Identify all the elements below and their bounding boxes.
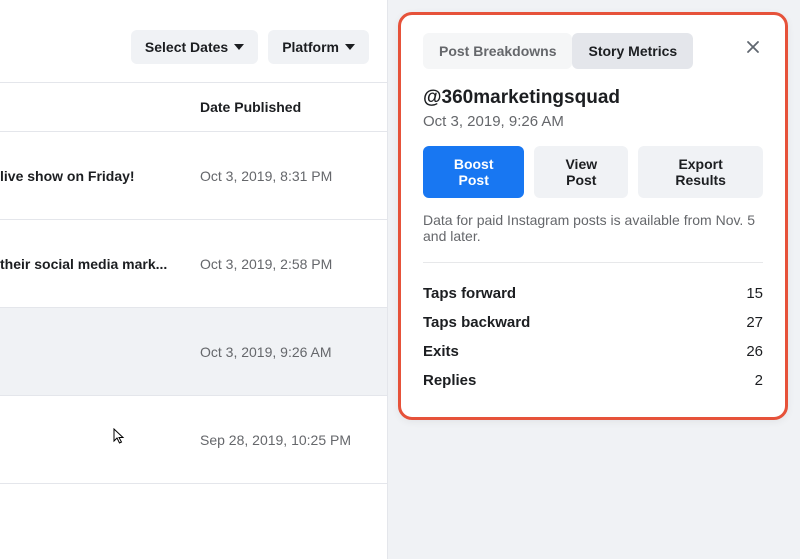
post-title: live show on Friday!	[0, 168, 135, 184]
story-metrics-panel: Post Breakdowns Story Metrics @360market…	[398, 12, 788, 420]
caret-down-icon	[345, 44, 355, 50]
metric-replies: Replies 2	[423, 366, 763, 395]
metric-label: Replies	[423, 372, 476, 389]
column-header-row: Date Published	[0, 82, 387, 132]
export-results-button[interactable]: Export Results	[638, 146, 763, 198]
close-button[interactable]	[741, 35, 765, 59]
metric-label: Exits	[423, 343, 459, 360]
filters-bar: Select Dates Platform	[0, 0, 387, 82]
details-pane: Post Breakdowns Story Metrics @360market…	[388, 0, 800, 559]
post-timestamp: Oct 3, 2019, 9:26 AM	[423, 113, 763, 130]
table-row[interactable]: live show on Friday! Oct 3, 2019, 8:31 P…	[0, 132, 387, 220]
tab-post-breakdowns[interactable]: Post Breakdowns	[423, 33, 572, 69]
platform-filter[interactable]: Platform	[268, 30, 369, 64]
post-date: Sep 28, 2019, 10:25 PM	[200, 432, 351, 448]
boost-post-button[interactable]: Boost Post	[423, 146, 524, 198]
post-date: Oct 3, 2019, 8:31 PM	[200, 168, 332, 184]
metric-value: 2	[755, 372, 763, 389]
panel-tabs: Post Breakdowns Story Metrics	[423, 33, 763, 69]
post-date: Oct 3, 2019, 2:58 PM	[200, 256, 332, 272]
metric-label: Taps backward	[423, 314, 530, 331]
metric-value: 26	[746, 343, 763, 360]
caret-down-icon	[234, 44, 244, 50]
table-row[interactable]: Oct 3, 2019, 9:26 AM	[0, 308, 387, 396]
metrics-list: Taps forward 15 Taps backward 27 Exits 2…	[423, 279, 763, 395]
account-handle: @360marketingsquad	[423, 87, 763, 109]
select-dates-label: Select Dates	[145, 39, 228, 55]
post-date: Oct 3, 2019, 9:26 AM	[200, 344, 332, 360]
platform-label: Platform	[282, 39, 339, 55]
metric-value: 15	[746, 285, 763, 302]
metric-exits: Exits 26	[423, 337, 763, 366]
table-row[interactable]: their social media mark... Oct 3, 2019, …	[0, 220, 387, 308]
metric-taps-forward: Taps forward 15	[423, 279, 763, 308]
view-post-button[interactable]: View Post	[534, 146, 628, 198]
metric-label: Taps forward	[423, 285, 516, 302]
tab-story-metrics[interactable]: Story Metrics	[572, 33, 693, 69]
metric-taps-backward: Taps backward 27	[423, 308, 763, 337]
select-dates-filter[interactable]: Select Dates	[131, 30, 258, 64]
date-published-header: Date Published	[0, 99, 387, 115]
table-row[interactable]: Sep 28, 2019, 10:25 PM	[0, 396, 387, 484]
posts-list-pane: Select Dates Platform Date Published liv…	[0, 0, 388, 559]
panel-actions: Boost Post View Post Export Results	[423, 146, 763, 198]
post-title: their social media mark...	[0, 256, 167, 272]
metric-value: 27	[746, 314, 763, 331]
close-icon	[745, 39, 761, 55]
paid-data-note: Data for paid Instagram posts is availab…	[423, 212, 763, 263]
